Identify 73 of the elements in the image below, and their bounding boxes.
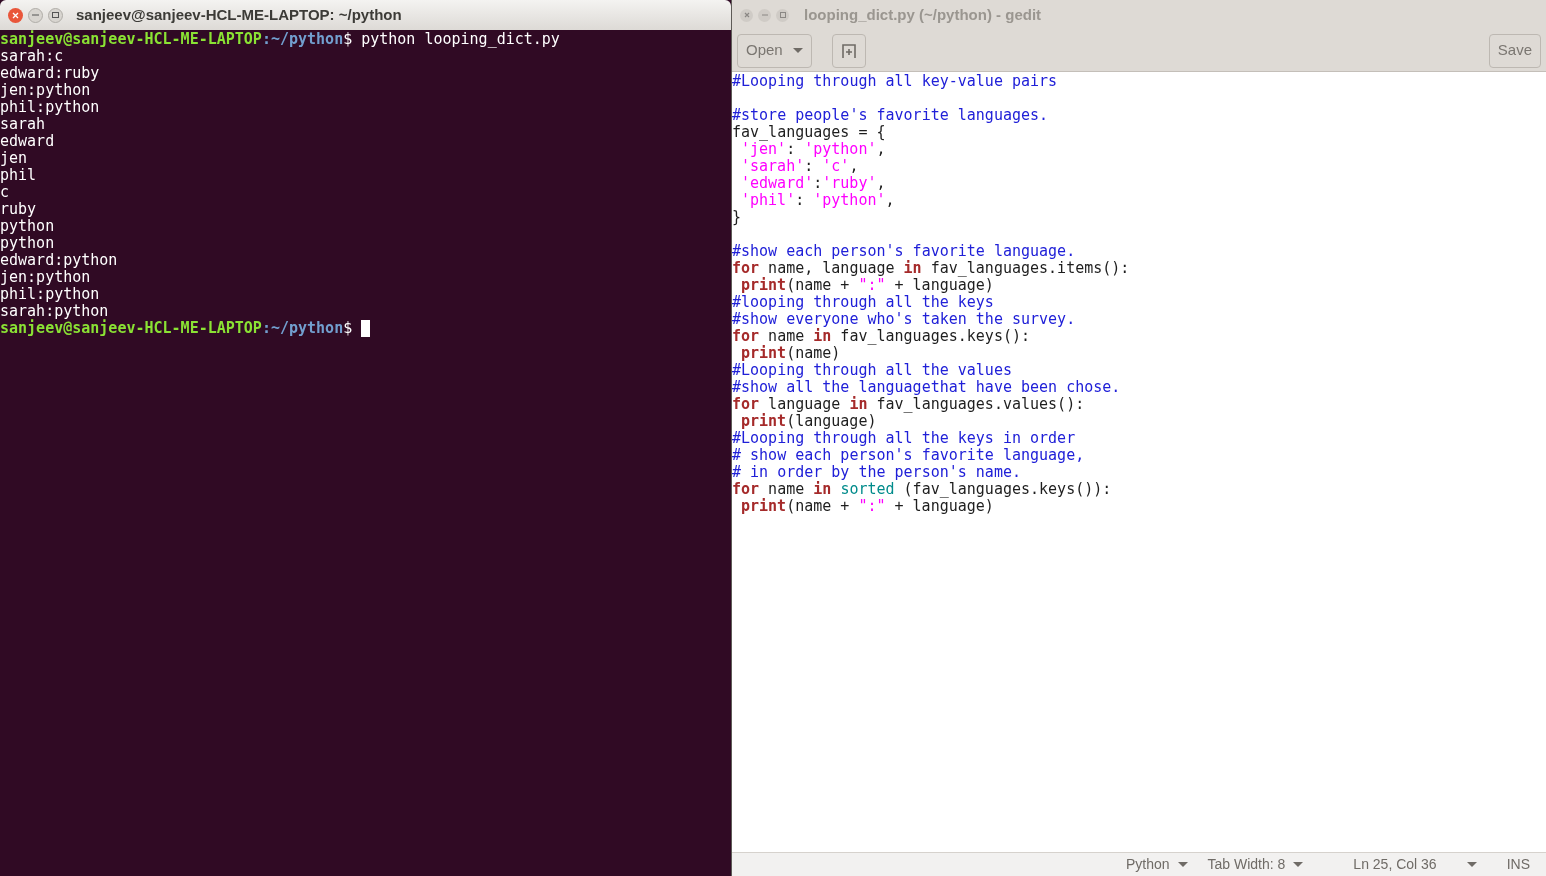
code-line: for name in fav_languages.keys():: [732, 327, 1031, 345]
command-text: python looping_dict.py: [361, 31, 560, 48]
prompt-symbol: $: [343, 320, 353, 337]
output-line: edward:ruby: [0, 65, 100, 82]
code-line: 'phil': 'python',: [741, 191, 895, 209]
caret-icon: [1293, 862, 1304, 867]
code-line: print(name + ":" + language): [741, 497, 994, 515]
minimize-icon: [761, 14, 768, 16]
prompt-path: :~/python: [261, 31, 344, 48]
caret-icon: [1177, 862, 1188, 867]
code-line: fav_languages = {: [732, 123, 886, 141]
code-line: #store people's favorite languages.: [732, 106, 1049, 124]
caret-icon: [1466, 862, 1477, 867]
open-button[interactable]: Open: [737, 33, 812, 68]
code-line: #Looping through all key-value pairs: [732, 72, 1058, 90]
code-line: #Looping through all the values: [732, 361, 1012, 379]
minimize-button[interactable]: [28, 7, 43, 23]
code-line: for name in sorted (fav_languages.keys()):: [732, 480, 1112, 498]
code-line: #show all the languagethat have been chose.: [732, 378, 1121, 396]
code-line: 'jen': 'python',: [741, 140, 886, 158]
insert-mode-indicator: INS: [1506, 855, 1530, 874]
minimize-icon: [32, 14, 39, 16]
close-icon: [12, 11, 19, 19]
output-line: python: [0, 218, 55, 235]
save-button[interactable]: Save: [1488, 33, 1541, 68]
new-document-icon: [840, 42, 857, 59]
output-line: phil:python: [0, 99, 100, 116]
code-line: #show each person's favorite language.: [732, 242, 1076, 260]
prompt-path: :~/python: [261, 320, 344, 337]
language-selector[interactable]: Python: [1125, 854, 1188, 875]
maximize-icon: [779, 12, 786, 18]
maximize-button[interactable]: [48, 7, 63, 23]
output-line: phil:python: [0, 286, 100, 303]
output-line: sarah: [0, 116, 46, 133]
code-line: print(name): [741, 344, 841, 362]
code-line: #show everyone who's taken the survey.: [732, 310, 1076, 328]
code-line: for language in fav_languages.values():: [732, 395, 1085, 413]
output-line: phil: [0, 167, 37, 184]
minimize-button[interactable]: [758, 8, 771, 22]
code-line: print(language): [741, 412, 877, 430]
output-line: edward: [0, 133, 55, 150]
output-line: ruby: [0, 201, 37, 218]
close-button[interactable]: [740, 8, 753, 22]
code-line: #looping through all the keys: [732, 293, 994, 311]
output-line: c: [0, 184, 10, 201]
output-line: jen: [0, 150, 28, 167]
tab-width-selector[interactable]: Tab Width: 8: [1207, 854, 1304, 875]
dropdown-button[interactable]: [1466, 862, 1477, 867]
code-line: for name, language in fav_languages.items():: [732, 259, 1130, 277]
output-line: sarah:c: [0, 48, 64, 65]
close-icon: [743, 12, 750, 18]
output-line: edward:python: [0, 252, 118, 269]
code-line: 'edward':'ruby',: [741, 174, 886, 192]
close-button[interactable]: [8, 7, 23, 23]
prompt-user-host: sanjeev@sanjeev-HCL-ME-LAPTOP: [0, 320, 262, 337]
code-line: # in order by the person's name.: [732, 463, 1021, 481]
new-tab-button[interactable]: [831, 33, 866, 68]
output-line: sarah:python: [0, 303, 109, 320]
window-title: sanjeev@sanjeev-HCL-ME-LAPTOP: ~/python: [76, 4, 402, 25]
code-line: }: [732, 208, 742, 226]
code-line: # show each person's favorite language,: [732, 446, 1085, 464]
code-line: #Looping through all the keys in order: [732, 429, 1076, 447]
window-title: looping_dict.py (~/python) - gedit: [804, 4, 1042, 25]
output-line: jen:python: [0, 82, 91, 99]
code-line: print(name + ":" + language): [741, 276, 994, 294]
maximize-icon: [52, 12, 59, 18]
prompt-user-host: sanjeev@sanjeev-HCL-ME-LAPTOP: [0, 31, 262, 48]
prompt-symbol: $: [343, 31, 353, 48]
cursor-position: Ln 25, Col 36: [1353, 855, 1437, 874]
output-line: python: [0, 235, 55, 252]
code-line: 'sarah': 'c',: [741, 157, 859, 175]
output-line: jen:python: [0, 269, 91, 286]
caret-icon: [792, 48, 803, 53]
